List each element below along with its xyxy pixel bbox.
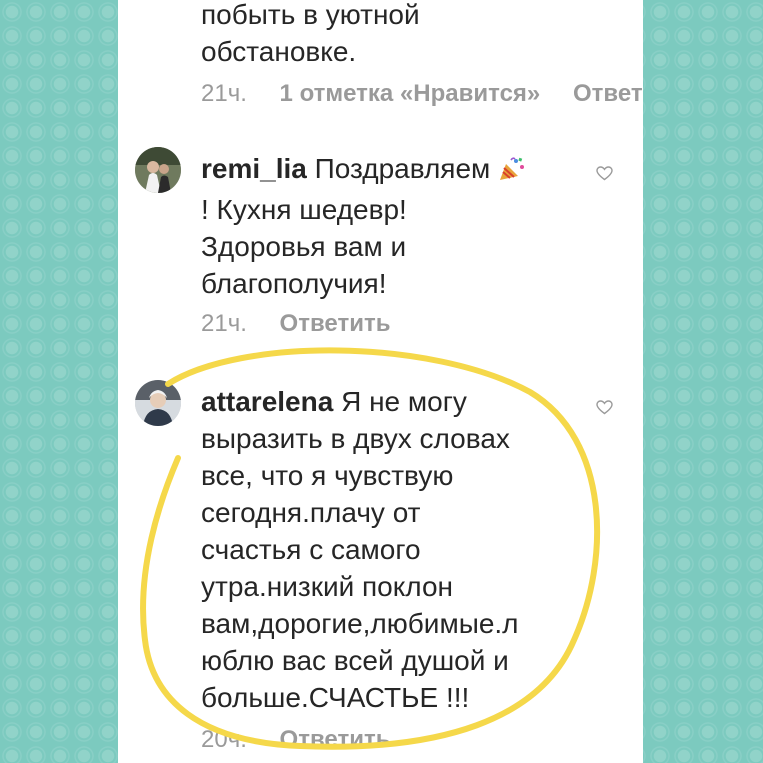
comment-line: побыть в уютной xyxy=(201,0,420,30)
heart-outline-icon[interactable] xyxy=(596,166,613,181)
comment-meta: 21ч. Ответить xyxy=(201,310,416,338)
comment-line: благополучия! xyxy=(201,268,387,299)
avatar-photo xyxy=(135,380,181,426)
comment-username[interactable]: remi_lia xyxy=(201,153,307,184)
comment-line: больше.СЧАСТЬЕ !!! xyxy=(201,682,470,713)
comment-line: счастья с самого xyxy=(201,534,421,565)
comment-meta: 20ч. Ответить xyxy=(201,726,416,754)
comment-line: утра.низкий поклон xyxy=(201,571,453,602)
comment-line-text: Я не могу xyxy=(341,386,467,417)
comment-text: remi_lia Поздравляем ! Кухня шедевр! Здо… xyxy=(201,150,576,302)
comments-screen: побыть в уютной обстановке. 21ч. 1 отмет… xyxy=(118,0,643,763)
comment-line-text: Поздравляем xyxy=(314,153,491,184)
comment-time: 20ч. xyxy=(201,726,247,753)
comment-line: выразить в двух словах xyxy=(201,423,510,454)
comment-time: 21ч. xyxy=(201,80,247,107)
comment-line: Здоровья вам и xyxy=(201,231,407,262)
reply-button[interactable]: Ответить xyxy=(280,726,391,753)
comment-line: обстановке. xyxy=(201,36,357,67)
comment-time: 21ч. xyxy=(201,310,247,337)
comment-line: все, что я чувствую xyxy=(201,460,454,491)
comment-line: вам,дорогие,любимые.л xyxy=(201,608,519,639)
comment-line: attarelena Я не могу xyxy=(201,383,576,420)
avatar[interactable] xyxy=(135,147,181,193)
comment-meta: 21ч. 1 отметка «Нравится» Ответить xyxy=(201,80,643,108)
comment-text: attarelena Я не могу выразить в двух сло… xyxy=(201,383,576,716)
comment-line: ! Кухня шедевр! xyxy=(201,194,407,225)
comment-line: юблю вас всей душой и xyxy=(201,645,509,676)
comment-line: сегодня.плачу от xyxy=(201,497,421,528)
reply-button[interactable]: Ответить xyxy=(280,310,391,337)
avatar-photo xyxy=(135,147,181,193)
comment-text: побыть в уютной обстановке. xyxy=(201,0,576,70)
heart-outline-icon[interactable] xyxy=(596,400,613,415)
likes-count-link[interactable]: 1 отметка «Нравится» xyxy=(280,80,541,107)
reply-button[interactable]: Ответить xyxy=(573,80,643,107)
comment-username[interactable]: attarelena xyxy=(201,386,333,417)
comment-line: remi_lia Поздравляем xyxy=(201,150,576,191)
party-popper-icon xyxy=(498,154,526,191)
avatar[interactable] xyxy=(135,380,181,426)
